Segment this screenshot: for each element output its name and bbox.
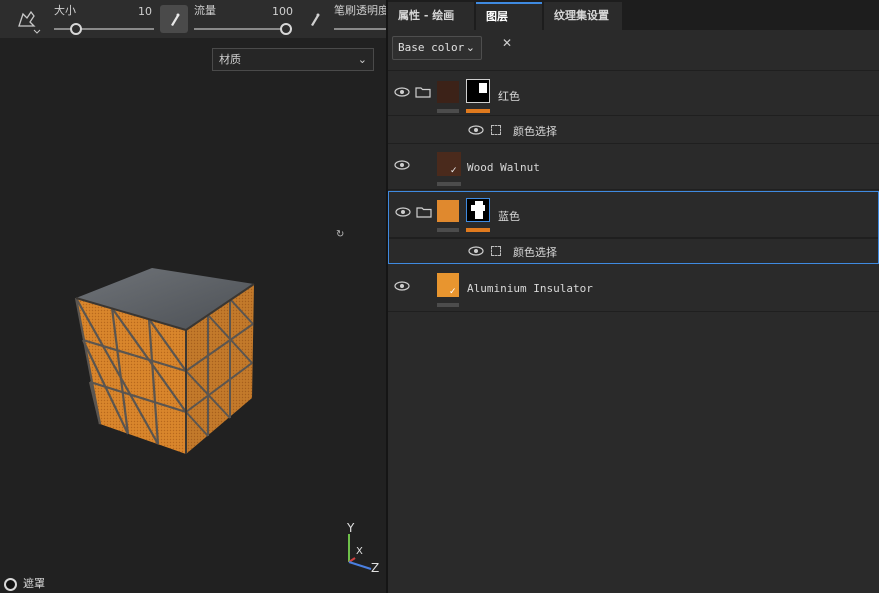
layer-thumbnail (437, 81, 459, 103)
size-value[interactable]: 10 (138, 5, 152, 18)
viewport-mode-select[interactable]: 材质 ⌄ (212, 48, 374, 71)
layer-row-aluminium[interactable]: ✓ Aluminium Insulator (388, 265, 879, 312)
flow-pressure-button[interactable] (300, 5, 328, 33)
mask-radio-icon[interactable] (4, 577, 17, 591)
layer-thumbnail-bar (437, 182, 461, 186)
tab-layers-label: 图层 (486, 10, 508, 23)
mask-indicator-bar (466, 109, 490, 113)
tab-properties-label: 属性 - 绘画 (398, 9, 455, 22)
viewport-mode-value: 材质 (219, 53, 241, 66)
size-slider-handle[interactable] (70, 23, 82, 35)
fill-layer-icon: ✓ (449, 287, 457, 297)
flow-value[interactable]: 100 (272, 5, 293, 18)
layer-row-red-effect[interactable]: 颜色选择 (388, 116, 879, 144)
flow-slider-track[interactable] (194, 28, 286, 30)
axis-gizmo: Y X Z (346, 521, 379, 574)
tab-layers[interactable]: 图层 ✕ (476, 2, 542, 50)
size-slider-track[interactable] (54, 28, 154, 30)
mask-thumbnail[interactable] (466, 79, 490, 103)
folder-icon[interactable] (416, 206, 432, 218)
layer-name[interactable]: 红色 (498, 88, 520, 104)
channel-select-value: Base color (398, 41, 465, 54)
folder-icon[interactable] (415, 86, 431, 98)
layer-row-wood[interactable]: ✓ Wood Walnut (388, 144, 879, 190)
chevron-down-icon: ⌄ (465, 41, 475, 54)
cube-model (74, 268, 255, 454)
mask-indicator-bar (466, 228, 490, 232)
pen-pressure-icon (311, 13, 320, 26)
eye-icon[interactable] (468, 125, 484, 135)
effect-name[interactable]: 颜色选择 (513, 244, 557, 260)
size-label: 大小 (54, 4, 76, 17)
3d-viewport[interactable]: 材质 ⌄ ↻ Y X Z 遮罩 (0, 38, 386, 593)
eye-icon[interactable] (395, 207, 411, 217)
layer-thumbnail-bar (437, 228, 459, 232)
effect-name[interactable]: 颜色选择 (513, 123, 557, 139)
eye-icon[interactable] (468, 246, 484, 256)
mask-thumbnail[interactable] (466, 198, 490, 222)
color-selection-icon (491, 125, 501, 135)
brush-preset-icon[interactable] (14, 8, 42, 34)
channel-select[interactable]: Base color ⌄ (392, 36, 482, 60)
layer-name[interactable]: 蓝色 (498, 208, 520, 224)
layer-row-blue-folder[interactable]: 蓝色 (389, 192, 878, 238)
light-rotation-icon: ↻ (336, 229, 345, 240)
tab-texture-set[interactable]: 纹理集设置 (544, 2, 622, 30)
opacity-label: 笔刷透明度 (334, 4, 386, 17)
opacity-slider-track[interactable] (334, 28, 386, 30)
size-pressure-button[interactable] (160, 5, 188, 33)
close-icon[interactable]: ✕ (502, 36, 512, 50)
layer-thumbnail-bar (437, 303, 459, 307)
eye-icon[interactable] (394, 281, 410, 291)
eye-icon[interactable] (394, 87, 410, 97)
flow-slider-handle[interactable] (280, 23, 292, 35)
layers-panel: 属性 - 绘画 图层 ✕ 纹理集设置 Base color ⌄ 红色 颜色选择 ✓… (388, 0, 879, 593)
layer-row-blue-effect[interactable]: 颜色选择 (389, 238, 878, 263)
chevron-down-icon: ⌄ (357, 53, 367, 66)
flow-label: 流量 (194, 4, 216, 17)
color-selection-icon (491, 246, 501, 256)
layer-group-blue-selected: 蓝色 颜色选择 (388, 191, 879, 264)
layer-name[interactable]: Wood Walnut (467, 161, 540, 174)
eye-icon[interactable] (394, 160, 410, 170)
layer-name[interactable]: Aluminium Insulator (467, 282, 593, 295)
mask-toggle[interactable]: 遮罩 (4, 575, 45, 591)
mask-label: 遮罩 (23, 577, 45, 590)
panel-tabs: 属性 - 绘画 图层 ✕ 纹理集设置 (388, 0, 879, 50)
pen-pressure-icon (171, 13, 180, 26)
axis-x-label: X (356, 546, 363, 557)
brush-toolbar: 大小 10 流量 100 笔刷透明度 (0, 0, 386, 38)
layer-thumbnail (437, 200, 459, 222)
axis-z-label: Z (371, 561, 379, 574)
layer-row-red-folder[interactable]: 红色 (388, 70, 879, 116)
fill-layer-icon: ✓ (450, 166, 458, 176)
tab-properties[interactable]: 属性 - 绘画 (388, 2, 474, 30)
tab-texture-set-label: 纹理集设置 (554, 9, 609, 22)
layer-thumbnail-bar (437, 109, 459, 113)
axis-y-label: Y (346, 521, 355, 535)
